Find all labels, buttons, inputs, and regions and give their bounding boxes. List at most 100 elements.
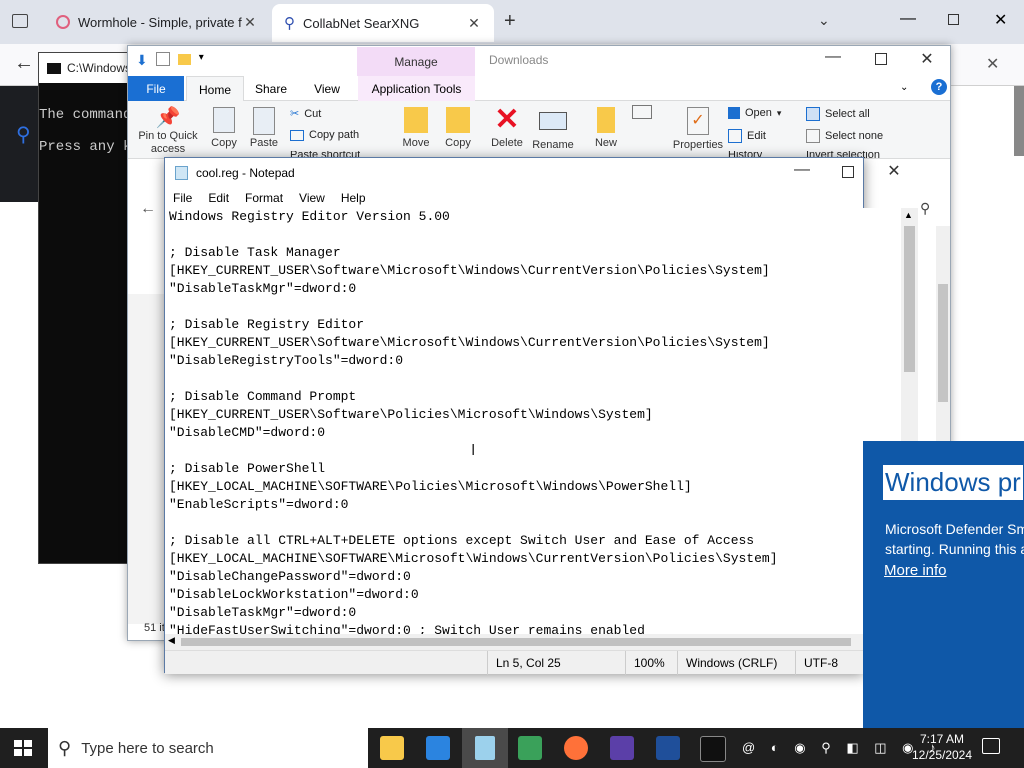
select-none-button[interactable]: Select none — [806, 129, 883, 143]
app-taskbar-icon[interactable] — [610, 736, 634, 760]
notepad-taskbar-icon[interactable] — [462, 728, 508, 768]
spreadsheet-taskbar-icon[interactable] — [518, 736, 542, 760]
button-label: Rename — [532, 139, 574, 151]
help-icon[interactable]: ? — [931, 79, 947, 95]
copy-button[interactable]: Copy — [206, 107, 242, 149]
open-button[interactable]: Open ▾ — [728, 107, 781, 119]
tab-list-icon[interactable] — [12, 14, 28, 28]
folder-icon[interactable] — [177, 54, 191, 65]
manage-context-tab[interactable]: Manage — [357, 47, 475, 76]
scroll-up-icon[interactable]: ▲ — [904, 210, 913, 220]
text-line — [169, 298, 901, 316]
tab-application-tools[interactable]: Application Tools — [358, 76, 475, 101]
cut-button[interactable]: ✂ Cut — [290, 107, 321, 121]
scroll-thumb[interactable] — [181, 638, 851, 646]
close-button[interactable]: ✕ — [871, 161, 917, 181]
firefox-taskbar-icon[interactable] — [564, 736, 588, 760]
scroll-left-icon[interactable]: ◀ — [168, 635, 175, 646]
notepad-icon — [175, 166, 188, 180]
search-icon: ⚲ — [16, 124, 31, 146]
text-cursor-icon: I — [471, 442, 476, 459]
notepad-text-area[interactable]: Windows Registry Editor Version 5.00 ; D… — [165, 208, 901, 640]
notepad-titlebar[interactable]: cool.reg - Notepad — ✕ — [165, 158, 901, 188]
button-label: Select all — [825, 108, 870, 120]
properties-check-icon[interactable] — [155, 52, 170, 66]
new-tab-button[interactable]: + — [504, 10, 516, 33]
taskbar-search-box[interactable]: ⚲ Type here to search — [48, 728, 368, 768]
menu-view[interactable]: View — [291, 191, 333, 205]
more-info-link[interactable]: More info — [884, 562, 947, 579]
close-tab-icon[interactable]: ✕ — [466, 15, 482, 32]
powershell-taskbar-icon[interactable] — [656, 736, 680, 760]
button-label: Open — [745, 107, 772, 119]
copy-to-button[interactable]: Copy — [440, 107, 476, 149]
zoom-level: 100% — [625, 651, 684, 675]
maximize-button[interactable] — [858, 52, 904, 70]
defender-smartscreen-dialog[interactable]: Windows pr Microsoft Defender Sm startin… — [863, 441, 1024, 728]
taskbar: ⚲ Type here to search @ ◐ ◉ ⚲ ◧ ◫ ◉ ♪ 7:… — [0, 728, 1024, 768]
page-right-scrollbar[interactable] — [1014, 86, 1024, 156]
browser-tab-bar: Wormhole - Simple, private file ✕ ⚲ Coll… — [0, 0, 1024, 44]
browser-tab-title: CollabNet SearXNG — [303, 15, 420, 31]
rename-button[interactable]: Rename — [530, 107, 576, 151]
minimize-button[interactable]: — — [810, 48, 856, 66]
cursor-position: Ln 5, Col 25 — [487, 651, 630, 675]
text-line: "DisableTaskMgr"=dword:0 — [169, 605, 357, 620]
tab-file[interactable]: File — [128, 76, 184, 101]
terminal-taskbar-icon[interactable] — [700, 736, 726, 762]
text-line — [169, 370, 901, 388]
text-line: ; Disable PowerShell — [169, 461, 326, 476]
browser-tab-searxng[interactable]: ⚲ CollabNet SearXNG ✕ — [272, 4, 494, 42]
taskbar-clock[interactable]: 7:17 AM 12/25/2024 — [910, 731, 974, 763]
delete-button[interactable]: ✕ Delete — [486, 103, 528, 150]
maximize-button[interactable] — [825, 165, 871, 183]
new-folder-button[interactable]: New — [588, 107, 624, 149]
restore-button[interactable] — [948, 14, 959, 25]
tab-home[interactable]: Home — [186, 76, 244, 102]
new-item-icon[interactable] — [632, 105, 652, 119]
button-label: Copy — [211, 137, 237, 149]
start-button[interactable] — [14, 740, 32, 756]
paste-button[interactable]: Paste — [246, 107, 282, 149]
ribbon-tab-bar: File Home Share View Application Tools ⌄… — [128, 76, 950, 102]
minimize-button[interactable]: — — [779, 161, 825, 179]
menu-file[interactable]: File — [165, 191, 200, 205]
ribbon-expand-icon[interactable]: ⌄ — [900, 82, 908, 93]
minimize-button[interactable]: — — [900, 10, 916, 28]
copy-path-button[interactable]: Copy path — [290, 129, 359, 141]
horizontal-scrollbar[interactable]: ◀ — [165, 634, 901, 650]
search-favicon-icon: ⚲ — [284, 15, 295, 32]
menu-help[interactable]: Help — [333, 191, 374, 205]
close-tab-icon[interactable]: ✕ — [242, 14, 258, 31]
chevron-down-icon[interactable]: ▾ — [199, 52, 204, 69]
notification-icon[interactable] — [982, 738, 1000, 754]
text-line: Windows Registry Editor Version 5.00 — [169, 209, 450, 224]
back-arrow-icon[interactable]: ← — [140, 200, 156, 218]
properties-button[interactable]: ✓ Properties — [668, 107, 728, 151]
edit-button[interactable]: Edit — [728, 129, 766, 143]
close-button[interactable]: ✕ — [994, 10, 1007, 30]
store-taskbar-icon[interactable] — [426, 736, 450, 760]
text-line: [HKEY_LOCAL_MACHINE\SOFTWARE\Microsoft\W… — [169, 551, 778, 566]
move-to-button[interactable]: Move — [398, 107, 434, 149]
search-icon[interactable]: ⚲ — [920, 200, 930, 217]
button-label: New — [594, 137, 617, 149]
file-explorer-taskbar-icon[interactable] — [380, 736, 404, 760]
menu-format[interactable]: Format — [237, 191, 291, 205]
pin-to-quick-access-button[interactable]: 📌 Pin to Quick access — [134, 105, 202, 156]
back-arrow-icon[interactable]: ← — [14, 52, 34, 75]
notepad-window[interactable]: cool.reg - Notepad — ✕ File Edit Format … — [164, 157, 918, 675]
tab-share[interactable]: Share — [246, 76, 296, 101]
browser-tab-wormhole[interactable]: Wormhole - Simple, private file ✕ — [44, 0, 270, 44]
select-none-icon — [806, 129, 820, 143]
close-button[interactable]: ✕ — [904, 49, 950, 69]
select-all-button[interactable]: Select all — [806, 107, 870, 121]
scroll-thumb[interactable] — [904, 226, 915, 372]
tab-view[interactable]: View — [302, 76, 352, 101]
chevron-down-icon[interactable]: ⌄ — [818, 12, 830, 29]
text-line: "DisableLockWorkstation"=dword:0 — [169, 587, 419, 602]
explorer-titlebar[interactable]: ⬇ ▾ Manage Downloads — ✕ — [128, 46, 950, 76]
close-icon[interactable]: ✕ — [986, 54, 999, 74]
menu-edit[interactable]: Edit — [200, 191, 237, 205]
delete-x-icon: ✕ — [494, 103, 520, 136]
